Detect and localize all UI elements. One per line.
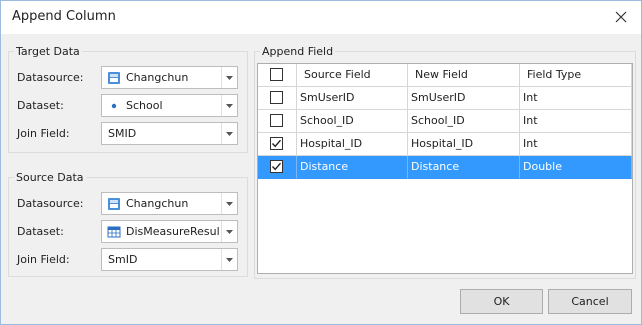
row-checkbox[interactable] [270, 91, 283, 104]
append-field-title: Append Field [260, 45, 336, 58]
source-datasource-combo[interactable]: Changchun [101, 192, 238, 215]
point-dataset-icon [107, 99, 121, 113]
source-field-cell: School_ID [297, 110, 408, 133]
window-title: Append Column [12, 9, 116, 24]
new-field-cell[interactable]: Distance [408, 156, 520, 179]
checkmark-icon [271, 139, 282, 148]
new-field-cell[interactable]: SmUserID [408, 87, 520, 110]
target-datasource-combo[interactable]: Changchun [101, 66, 238, 89]
target-datasource-label: Datasource: [17, 71, 84, 84]
table-row[interactable]: SmUserID SmUserID Int [258, 87, 632, 110]
field-type-cell: Int [520, 133, 632, 156]
target-join-field-combo[interactable]: SMID [101, 122, 238, 145]
chevron-down-icon[interactable] [221, 221, 237, 242]
table-row[interactable]: School_ID School_ID Int [258, 110, 632, 133]
title-bar: Append Column [1, 1, 641, 34]
chevron-down-icon[interactable] [221, 123, 237, 144]
close-button[interactable] [607, 5, 635, 29]
source-field-cell: Distance [297, 156, 408, 179]
header-checkbox-cell [258, 64, 297, 87]
append-field-grid: Source Field New Field Field Type SmUser… [257, 63, 633, 274]
chevron-down-icon[interactable] [221, 95, 237, 116]
new-field-cell[interactable]: Hospital_ID [408, 133, 520, 156]
target-dataset-combo[interactable]: School [101, 94, 238, 117]
cancel-button[interactable]: Cancel [548, 289, 632, 314]
new-field-cell[interactable]: School_ID [408, 110, 520, 133]
target-join-field-label: Join Field: [17, 127, 70, 140]
table-row[interactable]: Hospital_ID Hospital_ID Int [258, 133, 632, 156]
select-all-checkbox[interactable] [270, 68, 283, 81]
row-checkbox-cell [258, 87, 297, 110]
source-datasource-label: Datasource: [17, 197, 84, 210]
close-icon [615, 11, 627, 23]
row-checkbox-cell [258, 156, 297, 179]
source-data-title: Source Data [14, 171, 86, 184]
source-join-field-combo[interactable]: SmID [101, 248, 238, 271]
source-join-field-label: Join Field: [17, 253, 70, 266]
column-header-source-field[interactable]: Source Field [297, 64, 408, 87]
source-dataset-value: DisMeasureResult_ [126, 225, 219, 238]
field-type-cell: Int [520, 87, 632, 110]
column-header-field-type[interactable]: Field Type [520, 64, 632, 87]
source-dataset-combo[interactable]: DisMeasureResult_ [101, 220, 238, 243]
source-join-field-value: SmID [108, 253, 138, 266]
database-icon [107, 197, 121, 211]
table-dataset-icon [107, 225, 121, 239]
row-checkbox-cell [258, 133, 297, 156]
field-type-cell: Int [520, 110, 632, 133]
table-row[interactable]: Distance Distance Double [258, 156, 632, 179]
database-icon [107, 71, 121, 85]
chevron-down-icon[interactable] [221, 249, 237, 270]
row-checkbox[interactable] [270, 160, 283, 173]
grid-header-row: Source Field New Field Field Type [258, 64, 632, 87]
source-field-cell: Hospital_ID [297, 133, 408, 156]
ok-button[interactable]: OK [460, 289, 543, 314]
target-join-field-value: SMID [108, 127, 137, 140]
target-data-title: Target Data [14, 45, 82, 58]
source-field-cell: SmUserID [297, 87, 408, 110]
row-checkbox[interactable] [270, 114, 283, 127]
checkmark-icon [271, 162, 282, 171]
field-type-cell: Double [520, 156, 632, 179]
column-header-new-field[interactable]: New Field [408, 64, 520, 87]
row-checkbox-cell [258, 110, 297, 133]
chevron-down-icon[interactable] [221, 193, 237, 214]
source-dataset-label: Dataset: [17, 225, 64, 238]
chevron-down-icon[interactable] [221, 67, 237, 88]
row-checkbox[interactable] [270, 137, 283, 150]
target-dataset-label: Dataset: [17, 99, 64, 112]
append-column-dialog: Append Column Target Data Datasource: Ch… [0, 0, 642, 325]
